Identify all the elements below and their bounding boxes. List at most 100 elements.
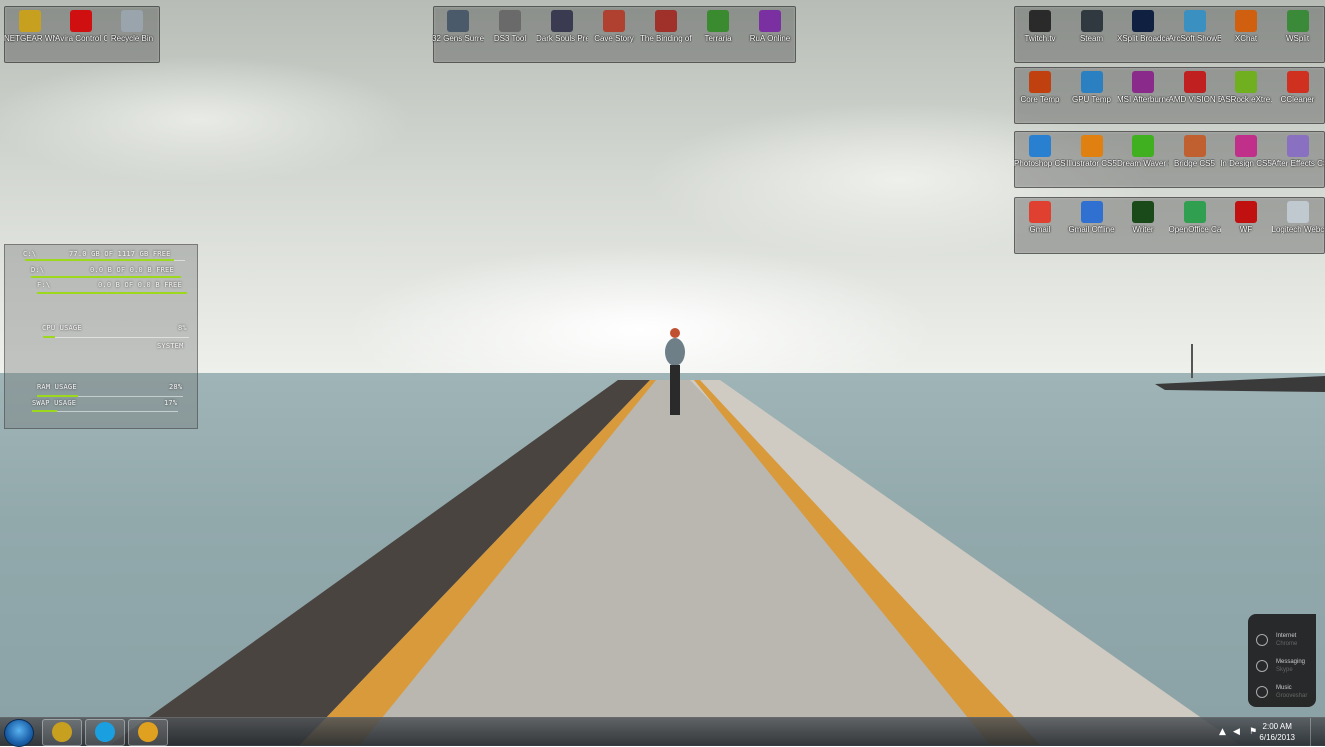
desktop-shortcut[interactable]: XSplit Broadcaster — [1117, 10, 1169, 43]
taskbar: ▲ ◀ ⚑ 2:00 AM 6/16/2013 — [0, 717, 1325, 747]
ccleaner-icon — [1286, 71, 1309, 93]
xchat-icon — [1235, 10, 1257, 32]
desktop-shortcut-label: NETGEAR WNA31... — [4, 34, 56, 43]
desktop-shortcut[interactable]: The Binding of Isaac — [640, 10, 692, 43]
writer-icon — [1132, 201, 1154, 223]
desktop-shortcut-label: Avira Control Center — [55, 34, 107, 43]
shortcut-title: Internet — [1276, 633, 1297, 639]
desktop-shortcut[interactable]: XChat — [1220, 10, 1272, 43]
shortcut-subtitle: Skype — [1276, 667, 1293, 673]
desktop-shortcut[interactable]: After Effects CS5 — [1272, 135, 1324, 168]
swap-usage-bar — [32, 410, 57, 412]
desktop-shortcut[interactable]: In Design CS5 — [1220, 135, 1272, 168]
desktop-shortcut-label: CCleaner — [1280, 95, 1315, 104]
wsplit-icon — [1286, 10, 1309, 32]
thermometer-icon — [1029, 71, 1051, 93]
desktop-shortcut-label: ArcSoft ShowBiz — [1168, 34, 1221, 43]
desktop-shortcut-label: Logitech Webca... — [1271, 225, 1324, 234]
desktop-shortcut-label: Photoshop CS5 — [1014, 159, 1066, 168]
taskbar-netgear-button[interactable] — [42, 719, 82, 746]
desktop-shortcut[interactable]: Writer — [1117, 201, 1169, 234]
ram-usage-bar — [37, 395, 78, 397]
desktop-shortcut-label: Dark Souls Prepare t... — [536, 34, 588, 43]
shortcut-messaging[interactable]: Messaging Skype — [1254, 656, 1314, 682]
desktop-shortcut-label: WF — [1239, 225, 1253, 234]
breakwater — [1155, 376, 1325, 392]
desktop-shortcut[interactable]: RuA Online — [744, 10, 796, 43]
desktop-shortcut-label: MSI Afterburner — [1117, 95, 1169, 104]
cpu-track — [43, 337, 189, 338]
xsplit-icon — [1132, 10, 1154, 32]
shortcut-music[interactable]: Music Grooveshar — [1254, 682, 1314, 708]
desktop-shortcut[interactable]: Avira Control Center — [55, 10, 107, 43]
desktop-shortcut-label: Bridge CS5 — [1174, 159, 1215, 168]
webcam-icon — [1286, 201, 1309, 223]
desktop-shortcut[interactable]: Terraria — [692, 10, 744, 43]
desktop-shortcut[interactable]: AMD VISION Engine CC — [1169, 71, 1221, 104]
show-desktop-button[interactable] — [1310, 718, 1325, 746]
desktop-shortcut[interactable]: WSplit — [1272, 10, 1324, 43]
steam-icon — [1080, 10, 1103, 32]
volume-icon[interactable]: ◀ — [1233, 727, 1240, 737]
desktop-shortcut-label: WSplit — [1285, 34, 1310, 43]
desktop-shortcut[interactable]: GPU Temp — [1066, 71, 1118, 104]
clock-time: 2:00 AM — [1262, 722, 1292, 731]
gamepad-icon — [447, 10, 469, 32]
desktop-shortcut[interactable]: CCleaner — [1272, 71, 1324, 104]
photoshop-folder-icon — [1029, 135, 1051, 157]
start-button[interactable] — [4, 719, 34, 747]
gmail-offline-icon — [1080, 201, 1103, 223]
drive-c-label: C:\ — [23, 250, 37, 258]
desktop-shortcut[interactable]: Photoshop CS5 — [1014, 135, 1066, 168]
tray-clock[interactable]: 2:00 AM 6/16/2013 — [1259, 721, 1295, 743]
desktop-shortcut[interactable]: Logitech Webca... — [1272, 201, 1324, 234]
desktop-shortcut-label: DS3 Tool — [493, 34, 527, 43]
desktop-shortcut[interactable]: Twitch.tv — [1014, 10, 1066, 43]
cpu-system-label: SYSTEM — [157, 342, 184, 350]
cpu-usage-label: CPU USAGE — [42, 324, 82, 332]
shortcut-internet[interactable]: Internet Chrome — [1254, 630, 1314, 656]
desktop-shortcut-label: Gmail Offline — [1068, 225, 1115, 234]
desktop-shortcut-label: 32 Gens Surreal — [432, 34, 484, 43]
desktop-shortcut[interactable]: MSI Afterburner — [1117, 71, 1169, 104]
desktop-shortcut-label: Gmail — [1029, 225, 1051, 234]
desktop-shortcut[interactable]: Dream Waver CS5 — [1117, 135, 1169, 168]
power-circle-icon — [1256, 634, 1268, 646]
controller-icon — [499, 10, 521, 32]
desktop-shortcut[interactable]: Recycle Bin — [106, 10, 158, 43]
drive-c-bar — [25, 259, 174, 261]
desktop-shortcut[interactable]: Gmail — [1014, 201, 1066, 234]
dark-souls-icon — [551, 10, 573, 32]
desktop-shortcut[interactable]: DS3 Tool — [484, 10, 536, 43]
desktop-shortcut[interactable]: Gmail Offline — [1066, 201, 1118, 234]
desktop-shortcut[interactable]: Dark Souls Prepare t... — [536, 10, 588, 43]
clock-date: 6/16/2013 — [1259, 733, 1295, 742]
shortcut-subtitle: Chrome — [1276, 641, 1298, 647]
taskbar-skype-button[interactable] — [85, 719, 125, 746]
desktop-shortcut-label: After Effects CS5 — [1271, 159, 1324, 168]
desktop-shortcut-label: XChat — [1234, 34, 1258, 43]
desktop-shortcut[interactable]: OpenOffice Calc — [1169, 201, 1221, 234]
dreamweaver-folder-icon — [1132, 135, 1154, 157]
drive-meter-gadget[interactable]: C:\ 77.0 GB OF 1117 GB FREE D:\ 0.0 B OF… — [4, 244, 198, 429]
desktop-shortcut[interactable]: Core Temp — [1014, 71, 1066, 104]
desktop-shortcut[interactable]: Bridge CS5 — [1169, 135, 1221, 168]
shortcut-title: Music — [1276, 685, 1292, 691]
desktop-shortcut-label: XSplit Broadcaster — [1117, 34, 1169, 43]
desktop-shortcut[interactable]: NETGEAR WNA31... — [4, 10, 56, 43]
desktop-shortcut-label: The Binding of Isaac — [640, 34, 692, 43]
desktop-shortcut[interactable]: Cave Story — [588, 10, 640, 43]
drive-f-bar — [37, 292, 187, 294]
drive-f-value: 0.0 B OF 0.0 B FREE — [98, 281, 182, 289]
desktop-shortcut-label: OpenOffice Calc — [1168, 225, 1221, 234]
illustrator-folder-icon — [1080, 135, 1103, 157]
desktop-shortcut[interactable]: ASRock eXtre... — [1220, 71, 1272, 104]
action-center-flag-icon[interactable]: ⚑ — [1249, 727, 1257, 737]
desktop-shortcut[interactable]: ArcSoft ShowBiz — [1169, 10, 1221, 43]
desktop-shortcut[interactable]: Illustrator CS5 — [1066, 135, 1118, 168]
show-hidden-icons-icon[interactable]: ▲ — [1219, 727, 1226, 737]
desktop-shortcut[interactable]: WF — [1220, 201, 1272, 234]
desktop-shortcut[interactable]: 32 Gens Surreal — [432, 10, 484, 43]
desktop-shortcut[interactable]: Steam — [1066, 10, 1118, 43]
taskbar-chrome-button[interactable] — [128, 719, 168, 746]
